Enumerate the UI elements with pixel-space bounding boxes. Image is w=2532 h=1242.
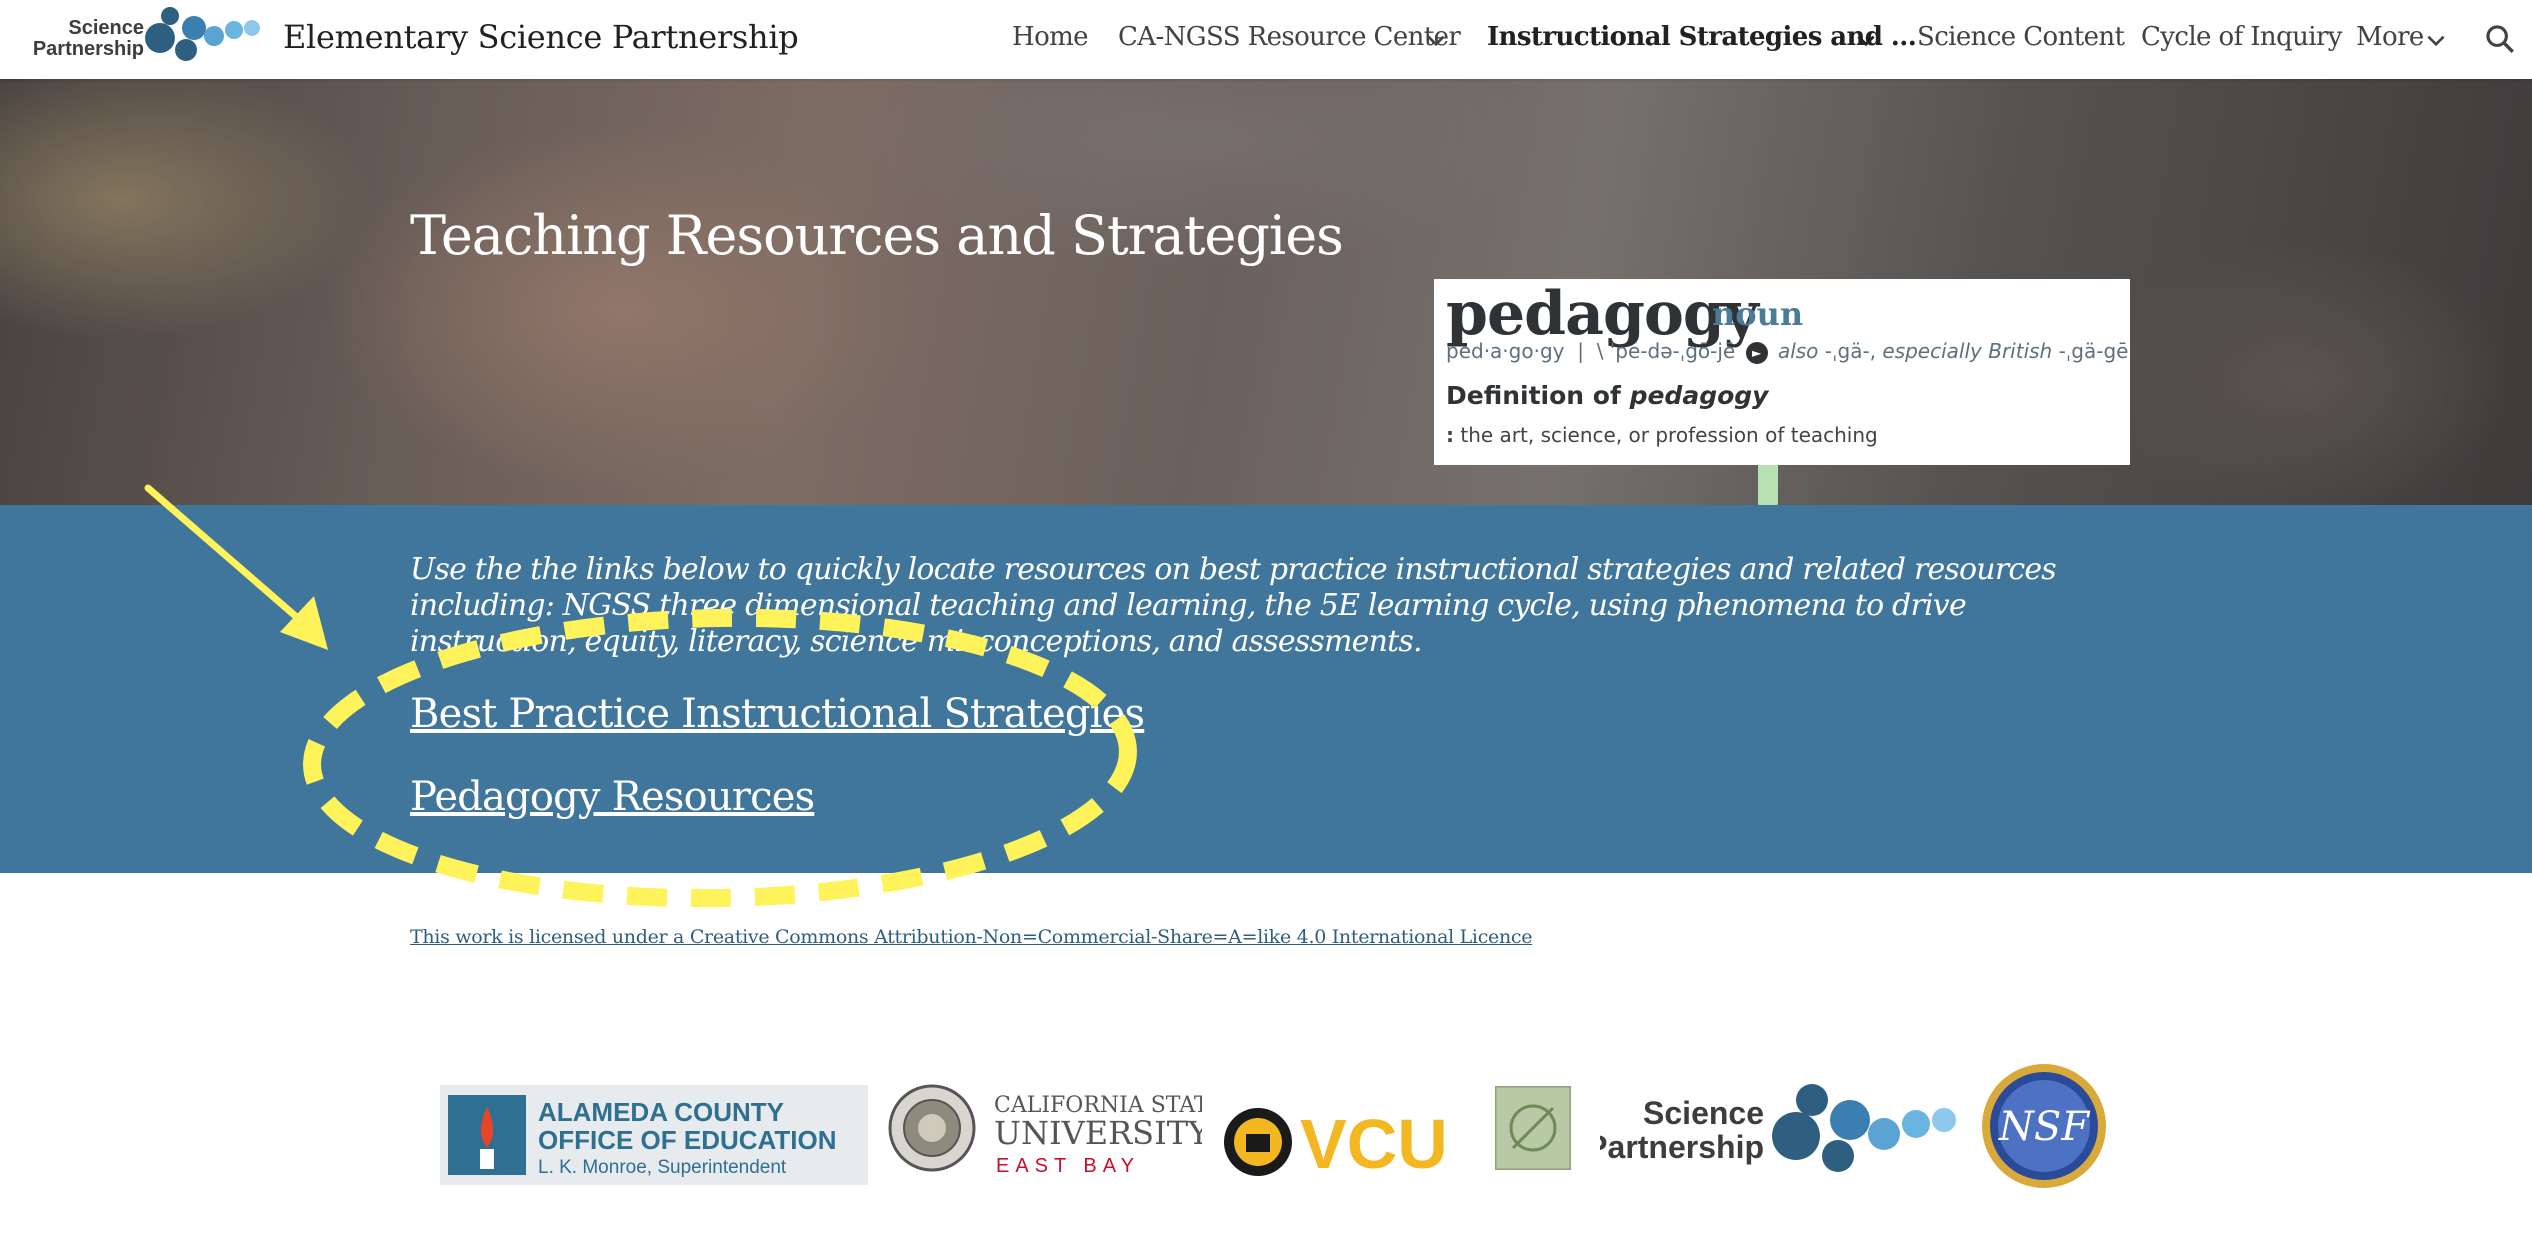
definition-heading-word: pedagogy bbox=[1629, 381, 1769, 410]
nav-item-science-content[interactable]: Science Content bbox=[1917, 22, 2125, 52]
pronunciation-british: -ˌgä-gē bbox=[2058, 339, 2129, 363]
nav-item-more[interactable]: More bbox=[2356, 22, 2424, 52]
part-of-speech: noun bbox=[1712, 295, 1804, 333]
speaker-icon[interactable]: ► bbox=[1745, 341, 1768, 364]
csu-logo-line-2: UNIVERSITY bbox=[994, 1114, 1202, 1152]
molecule-logo-icon bbox=[145, 7, 260, 61]
link-best-practice-instructional-strategies[interactable]: Best Practice Instructional Strategies bbox=[410, 691, 1145, 737]
page-title: Teaching Resources and Strategies bbox=[410, 204, 1344, 267]
hero-banner: Teaching Resources and Strategies pedago… bbox=[0, 79, 2532, 505]
pronunciation-main: \ ˈpe-də-ˌgō-jē bbox=[1596, 339, 1736, 363]
intro-paragraph: Use the the links below to quickly locat… bbox=[410, 552, 2057, 659]
nav-item-instructional-strategies[interactable]: Instructional Strategies and ... bbox=[1487, 22, 1917, 52]
definition-body: the art, science, or profession of teach… bbox=[1460, 423, 1878, 447]
alameda-logo-line-1: ALAMEDA COUNTY bbox=[538, 1097, 784, 1127]
vcu-logo[interactable]: VCU bbox=[1222, 1102, 1472, 1182]
pronunciation-also: -ˌgä-, bbox=[1824, 339, 1877, 363]
logo-text-line-2: Partnership bbox=[32, 38, 144, 60]
county-seal-logo[interactable] bbox=[888, 1084, 976, 1172]
top-navigation-bar: Science Partnership Elementary Science P… bbox=[0, 0, 2532, 79]
license-link[interactable]: This work is licensed under a Creative C… bbox=[410, 926, 1533, 948]
nsf-logo-text: NSF bbox=[1998, 1104, 2090, 1150]
csu-logo-line-3: EAST BAY bbox=[996, 1155, 1140, 1177]
sp-logo-line-1: Science bbox=[1643, 1095, 1764, 1131]
chevron-down-icon[interactable] bbox=[2423, 28, 2449, 54]
chevron-down-icon[interactable] bbox=[1423, 28, 1449, 54]
hero-photo-overlay bbox=[0, 79, 2532, 505]
search-icon[interactable] bbox=[2483, 22, 2517, 56]
alameda-logo-line-2: OFFICE OF EDUCATION bbox=[538, 1125, 837, 1155]
vcu-logo-text: VCU bbox=[1300, 1105, 1448, 1182]
logo-text-line-1: Science bbox=[68, 17, 144, 39]
chevron-down-icon[interactable] bbox=[1853, 28, 1879, 54]
definition-heading-text: Definition of bbox=[1446, 381, 1621, 410]
definition-marker: : bbox=[1446, 423, 1454, 447]
pronunciation-british-label: especially British bbox=[1882, 339, 2053, 363]
pronunciation-syllables: ped·a·go·gy bbox=[1446, 339, 1565, 363]
site-title[interactable]: Elementary Science Partnership bbox=[283, 18, 799, 56]
green-emblem-logo[interactable] bbox=[1495, 1086, 1571, 1170]
alameda-logo-line-3: L. K. Monroe, Superintendent bbox=[538, 1157, 787, 1178]
nsf-logo[interactable]: NSF bbox=[1980, 1062, 2108, 1190]
pronunciation: ped·a·go·gy | \ ˈpe-də-ˌgō-jē ► also -ˌg… bbox=[1446, 339, 2130, 364]
csu-east-bay-logo[interactable]: CALIFORNIA STATE UNIVERSITY EAST BAY bbox=[992, 1086, 1202, 1182]
nav-item-home[interactable]: Home bbox=[1012, 22, 1089, 52]
sp-logo-line-2: Partnership bbox=[1600, 1129, 1764, 1165]
alameda-county-logo[interactable]: ALAMEDA COUNTY OFFICE OF EDUCATION L. K.… bbox=[440, 1085, 868, 1185]
nav-item-cycle-of-inquiry[interactable]: Cycle of Inquiry bbox=[2141, 22, 2342, 52]
link-pedagogy-resources[interactable]: Pedagogy Resources bbox=[410, 774, 815, 820]
pronunciation-also-label: also bbox=[1777, 339, 1819, 363]
definition-heading: Definition of pedagogy bbox=[1446, 381, 1768, 410]
nav-item-ca-ngss-resource-center[interactable]: CA-NGSS Resource Center bbox=[1118, 22, 1461, 52]
science-partnership-logo[interactable]: Science Partnership bbox=[1600, 1078, 1960, 1178]
site-logo[interactable]: Science Partnership bbox=[30, 6, 262, 66]
definition-card: pedagogy noun ped·a·go·gy | \ ˈpe-də-ˌgō… bbox=[1434, 279, 2130, 465]
definition-text: : the art, science, or profession of tea… bbox=[1446, 423, 1878, 447]
partner-logos: ALAMEDA COUNTY OFFICE OF EDUCATION L. K.… bbox=[440, 1050, 2140, 1200]
pronunciation-separator: | bbox=[1577, 339, 1584, 363]
